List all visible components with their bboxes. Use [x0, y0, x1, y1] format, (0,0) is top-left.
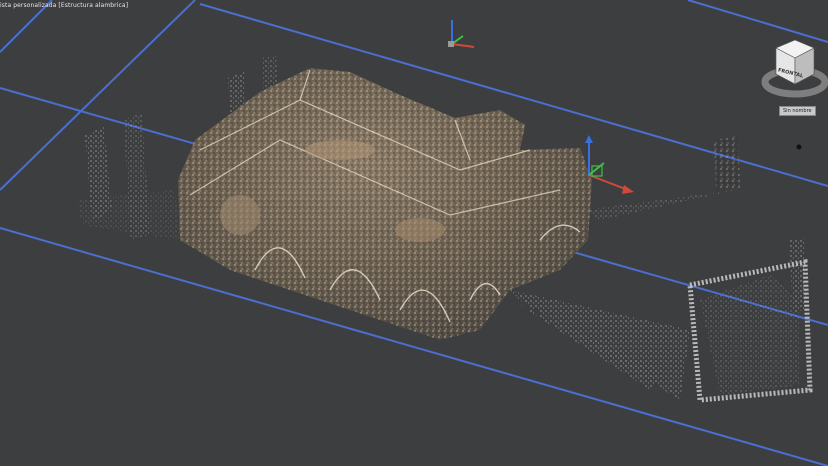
model-viewport[interactable]: ista personalizada [Estructura alambrica…: [0, 0, 828, 466]
named-view-menu[interactable]: Sin nombre: [779, 106, 816, 116]
ucs-axis-icon: [448, 20, 475, 48]
point-cloud-scene[interactable]: [0, 0, 828, 466]
viewport-label[interactable]: ista personalizada [Estructura alambrica…: [0, 2, 128, 9]
move-gizmo-icon[interactable]: [585, 135, 634, 194]
navigation-dot-icon[interactable]: [796, 144, 802, 150]
viewcube-icon[interactable]: FRONTAL: [760, 36, 828, 104]
